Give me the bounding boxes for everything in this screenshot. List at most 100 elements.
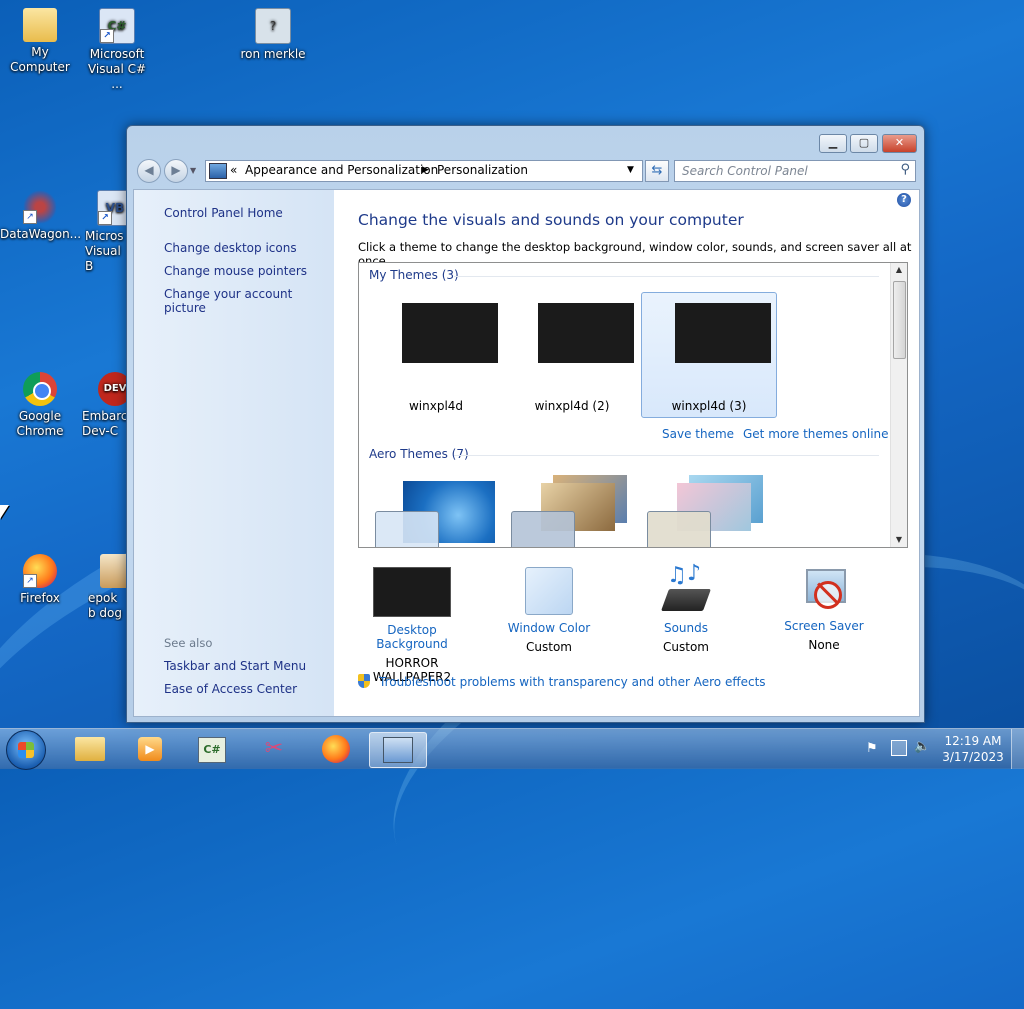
- desktop-icon-ron-merkle[interactable]: ? ron merkle: [233, 8, 313, 62]
- minimize-button[interactable]: ▁: [819, 134, 847, 153]
- search-input[interactable]: Search Control Panel ⚲: [674, 160, 916, 182]
- taskbar-snipping-tool[interactable]: ✂: [246, 732, 302, 766]
- image-file-icon: [100, 554, 126, 588]
- search-icon[interactable]: ⚲: [900, 162, 910, 177]
- change-desktop-icons-link[interactable]: Change desktop icons: [164, 241, 297, 255]
- media-player-icon: ▶: [138, 737, 162, 761]
- help-icon[interactable]: ?: [897, 193, 911, 207]
- folder-icon: [23, 8, 57, 42]
- visual-csharp-icon: C# ↗: [99, 8, 135, 44]
- unknown-file-icon: ?: [255, 8, 291, 44]
- clock[interactable]: 12:19 AM 3/17/2023: [936, 733, 1010, 765]
- theme-name: winxpl4d: [408, 399, 464, 413]
- desktop-icon-label: DataWagon...: [0, 227, 82, 241]
- back-button[interactable]: ◀: [137, 159, 161, 183]
- desktop-icon-label: Firefox: [20, 591, 60, 605]
- maximize-button[interactable]: ▢: [850, 134, 878, 153]
- window-color-label[interactable]: Window Color: [489, 621, 609, 635]
- show-desktop-button[interactable]: [1011, 729, 1024, 769]
- sounds-option[interactable]: ♫ ♪ Sounds Custom: [626, 561, 746, 654]
- theme-thumbnail: [402, 303, 498, 363]
- taskbar-firefox[interactable]: [308, 732, 364, 766]
- desktop-icon-label: Micros Visual B: [85, 229, 124, 273]
- folder-icon: [75, 737, 105, 761]
- datawagon-icon: ↗: [23, 190, 57, 224]
- control-panel-home-link[interactable]: Control Panel Home: [164, 206, 283, 220]
- my-themes-header: My Themes (3): [369, 268, 459, 282]
- taskbar-media-player[interactable]: ▶: [122, 732, 178, 766]
- breadcrumb-appearance[interactable]: Appearance and Personalization: [245, 163, 438, 177]
- taskbar-start-menu-link[interactable]: Taskbar and Start Menu: [164, 659, 306, 673]
- change-account-picture-link[interactable]: Change your account picture: [164, 287, 334, 315]
- desktop-icon-label: epok b dog: [88, 591, 123, 620]
- desktop-icon-visual-csharp[interactable]: C# ↗ Microsoft Visual C# ...: [77, 8, 157, 92]
- desktop-icon-embarcadero[interactable]: DEV Embarca Dev-C: [82, 372, 126, 439]
- desktop-icon-epok[interactable]: epok b dog: [88, 554, 126, 621]
- theme-thumbnail: [675, 303, 771, 363]
- themes-list: My Themes (3) winxpl4d winxpl4d (2) winx…: [358, 262, 908, 548]
- window-color-option[interactable]: Window Color Custom: [489, 567, 609, 654]
- volume-icon[interactable]: 🔈: [914, 739, 930, 754]
- left-pane: Control Panel Home Change desktop icons …: [134, 190, 334, 716]
- theme-name: winxpl4d (3): [671, 399, 747, 413]
- troubleshoot-aero-link[interactable]: Troubleshoot problems with transparency …: [379, 675, 766, 689]
- aero-theme-architecture[interactable]: [511, 475, 631, 547]
- embarcadero-icon: DEV: [98, 372, 126, 406]
- breadcrumb-personalization[interactable]: Personalization: [437, 163, 528, 177]
- scroll-down-icon[interactable]: ▼: [891, 533, 907, 547]
- theme-item[interactable]: winxpl4d: [369, 293, 503, 417]
- action-center-flag-icon[interactable]: ⚑: [866, 741, 878, 756]
- window-color-swatch: [525, 567, 573, 615]
- desktop-icon-datawagon[interactable]: ↗ DataWagon...: [0, 190, 82, 242]
- ease-of-access-link[interactable]: Ease of Access Center: [164, 682, 297, 696]
- theme-thumbnail: [538, 303, 634, 363]
- desktop-icon-chrome[interactable]: Google Chrome: [0, 372, 80, 439]
- taskbar-visual-csharp[interactable]: C#: [184, 732, 240, 766]
- taskbar-control-panel[interactable]: [369, 732, 427, 768]
- save-theme-link[interactable]: Save theme: [662, 427, 734, 441]
- sounds-icon: ♫ ♪: [660, 561, 712, 615]
- get-more-themes-link[interactable]: Get more themes online: [743, 427, 889, 441]
- content-area: Control Panel Home Change desktop icons …: [133, 189, 920, 717]
- theme-item-selected[interactable]: winxpl4d (3): [641, 292, 777, 418]
- network-icon[interactable]: [891, 740, 907, 756]
- taskbar-explorer[interactable]: [62, 732, 118, 766]
- theme-item[interactable]: winxpl4d (2): [505, 293, 639, 417]
- search-placeholder: Search Control Panel: [682, 164, 808, 178]
- shield-icon: [358, 674, 370, 688]
- close-button[interactable]: ✕: [882, 134, 917, 153]
- refresh-button[interactable]: ⇆: [645, 160, 669, 182]
- chrome-icon: [23, 372, 57, 406]
- desktop-background-label[interactable]: Desktop Background: [352, 623, 472, 651]
- screen-saver-option[interactable]: Screen Saver None: [764, 567, 884, 652]
- scroll-up-icon[interactable]: ▲: [891, 263, 907, 277]
- desktop-icon-label: ron merkle: [240, 47, 306, 61]
- desktop-icon-label: Microsoft Visual C# ...: [87, 47, 147, 91]
- mouse-pointer-icon: [0, 505, 9, 519]
- desktop-background-option[interactable]: Desktop Background HORROR WALLPAPER2: [352, 567, 472, 684]
- desktop-icon-firefox[interactable]: ↗ Firefox: [0, 554, 80, 606]
- breadcrumb-overflow[interactable]: «: [230, 163, 237, 177]
- change-mouse-pointers-link[interactable]: Change mouse pointers: [164, 264, 307, 278]
- breadcrumb-separator-icon: ▶: [422, 165, 429, 175]
- themes-scrollbar[interactable]: ▲ ▼: [890, 263, 907, 547]
- window-color-value: Custom: [526, 640, 572, 654]
- firefox-icon: [322, 735, 350, 763]
- address-dropdown-icon[interactable]: ▼: [627, 165, 634, 175]
- scroll-thumb[interactable]: [893, 281, 906, 359]
- address-bar[interactable]: « Appearance and Personalization ▶ Perso…: [205, 160, 643, 182]
- recent-pages-dropdown[interactable]: ▼: [190, 166, 196, 175]
- visual-csharp-icon: C#: [198, 737, 226, 763]
- start-button[interactable]: [6, 730, 46, 770]
- desktop-icon-my-computer[interactable]: My Computer: [0, 8, 80, 75]
- screen-saver-icon: [802, 567, 846, 613]
- screen-saver-label[interactable]: Screen Saver: [764, 619, 884, 633]
- see-also-title: See also: [164, 636, 213, 650]
- scissors-icon: ✂: [264, 736, 284, 761]
- sounds-label[interactable]: Sounds: [626, 621, 746, 635]
- aero-theme-windows7[interactable]: [375, 481, 495, 547]
- forward-button[interactable]: ▶: [164, 159, 188, 183]
- theme-name: winxpl4d (2): [534, 399, 610, 413]
- clock-date: 3/17/2023: [942, 750, 1004, 764]
- aero-theme-nature[interactable]: [647, 475, 767, 547]
